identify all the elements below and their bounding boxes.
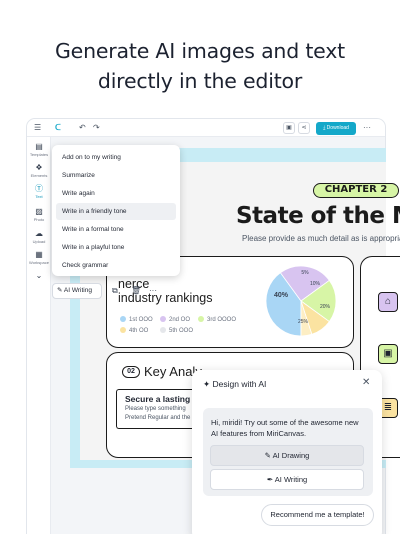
photo-icon: ▨ [35, 207, 43, 216]
download-icon: ⤓ [323, 125, 326, 131]
ai-drawing-button[interactable]: ✎ AI Drawing [210, 445, 364, 466]
sidebar-item-elements[interactable]: ❖ Elements [27, 163, 51, 179]
magic-wand-icon: ✎ [57, 287, 63, 294]
upload-icon: ☁ [35, 229, 43, 238]
legend-item: 2nd OO [160, 316, 190, 324]
legend-item: 3rd OOOO [198, 316, 236, 324]
pie-label: 40% [273, 292, 288, 299]
menu-item-formal-tone[interactable]: Write in a formal tone [56, 221, 176, 238]
ai-writing-menu: Add on to my writing Summarize Write aga… [52, 145, 180, 276]
undo-icon[interactable]: ↶ [79, 122, 86, 134]
sidebar-item-templates[interactable]: ▤ Templates [27, 142, 51, 158]
pen-icon: ✒ [266, 475, 274, 484]
slide-subtitle[interactable]: Please provide as much detail as is appr… [242, 234, 400, 243]
menu-item-add-on[interactable]: Add on to my writing [56, 149, 176, 166]
delete-icon[interactable]: 🗑 [131, 284, 141, 298]
ai-writing-button[interactable]: ✎ AI Writing [52, 283, 102, 299]
close-icon[interactable]: ✕ [362, 377, 370, 389]
menu-item-summarize[interactable]: Summarize [56, 167, 176, 184]
box-icon: ▣ [378, 344, 398, 364]
section-number-badge: 02 [122, 366, 140, 378]
share-icon[interactable]: ⋖ [298, 122, 310, 134]
sidebar-item-photo[interactable]: ▨ Photo [27, 207, 51, 223]
redo-icon[interactable]: ↷ [93, 122, 100, 134]
design-with-ai-panel: ✦ Design with AI ✕ Hi, miridi! Try out s… [192, 370, 382, 534]
more-options-icon[interactable]: ··· [363, 122, 371, 134]
slide-title[interactable]: State of the M [236, 203, 400, 229]
save-icon[interactable]: ▣ [283, 122, 295, 134]
marketing-headline: Generate AI images and text directly in … [0, 36, 400, 96]
magic-wand-icon: ✎ [264, 451, 271, 460]
chapter-badge[interactable]: CHAPTER 2 [313, 183, 399, 198]
ai-greeting-message: Hi, miridi! Try out some of the awesome … [211, 418, 359, 438]
menu-item-check-grammar[interactable]: Check grammar [56, 257, 176, 274]
pie-label: 20% [319, 304, 330, 310]
menu-item-write-again[interactable]: Write again [56, 185, 176, 202]
legend-item: 5th OOO [160, 327, 193, 335]
sidebar-item-upload[interactable]: ☁ Upload [27, 229, 51, 245]
sidebar-expand[interactable]: ⌄ [27, 271, 51, 281]
sidebar-item-workspace[interactable]: ▦ Workspace [27, 250, 51, 266]
chevron-down-icon: ⌄ [35, 271, 43, 280]
editor-sidebar: ▤ Templates ❖ Elements Ⓣ Text ▨ Photo ☁ … [27, 137, 51, 534]
pie-label: 10% [309, 281, 320, 287]
download-button[interactable]: ⤓ Download [316, 122, 356, 135]
menu-item-playful-tone[interactable]: Write in a playful tone [56, 239, 176, 256]
pie-label: 25% [297, 319, 308, 325]
pie-label: 5% [301, 270, 309, 276]
text-context-toolbar: ✎ AI Writing ⧉ 🗑 ··· [52, 281, 164, 301]
editor-topbar: ☰ ᑕ ↶ ↷ ▣ ⋖ ⤓ Download ··· [27, 119, 385, 137]
headline-line-2: directly in the editor [97, 69, 303, 93]
hamburger-menu-icon[interactable]: ☰ [34, 122, 41, 134]
factory-icon: ⌂ [378, 292, 398, 312]
elements-icon: ❖ [35, 163, 43, 172]
duplicate-icon[interactable]: ⧉ [112, 284, 118, 298]
legend-item: 4th OO [120, 327, 148, 335]
template-icon: ▤ [35, 142, 43, 151]
sidebar-item-text[interactable]: Ⓣ Text [27, 184, 51, 200]
sparkle-icon: ✦ [203, 379, 211, 389]
workspace-icon: ▦ [35, 250, 43, 259]
recommend-template-button[interactable]: Recommend me a template! [261, 504, 374, 526]
download-label: Download [326, 125, 349, 131]
text-icon: Ⓣ [35, 184, 43, 193]
menu-item-friendly-tone[interactable]: Write in a friendly tone [56, 203, 176, 220]
app-logo-icon: ᑕ [55, 123, 61, 132]
ai-panel-title: ✦ Design with AI [203, 379, 267, 389]
more-options-icon[interactable]: ··· [149, 284, 157, 298]
ai-writing-panel-button[interactable]: ✒ AI Writing [210, 469, 364, 490]
legend-item: 1st OOO [120, 316, 153, 324]
headline-line-1: Generate AI images and text [54, 39, 346, 63]
ai-chat-bubble: Hi, miridi! Try out some of the awesome … [203, 408, 373, 496]
